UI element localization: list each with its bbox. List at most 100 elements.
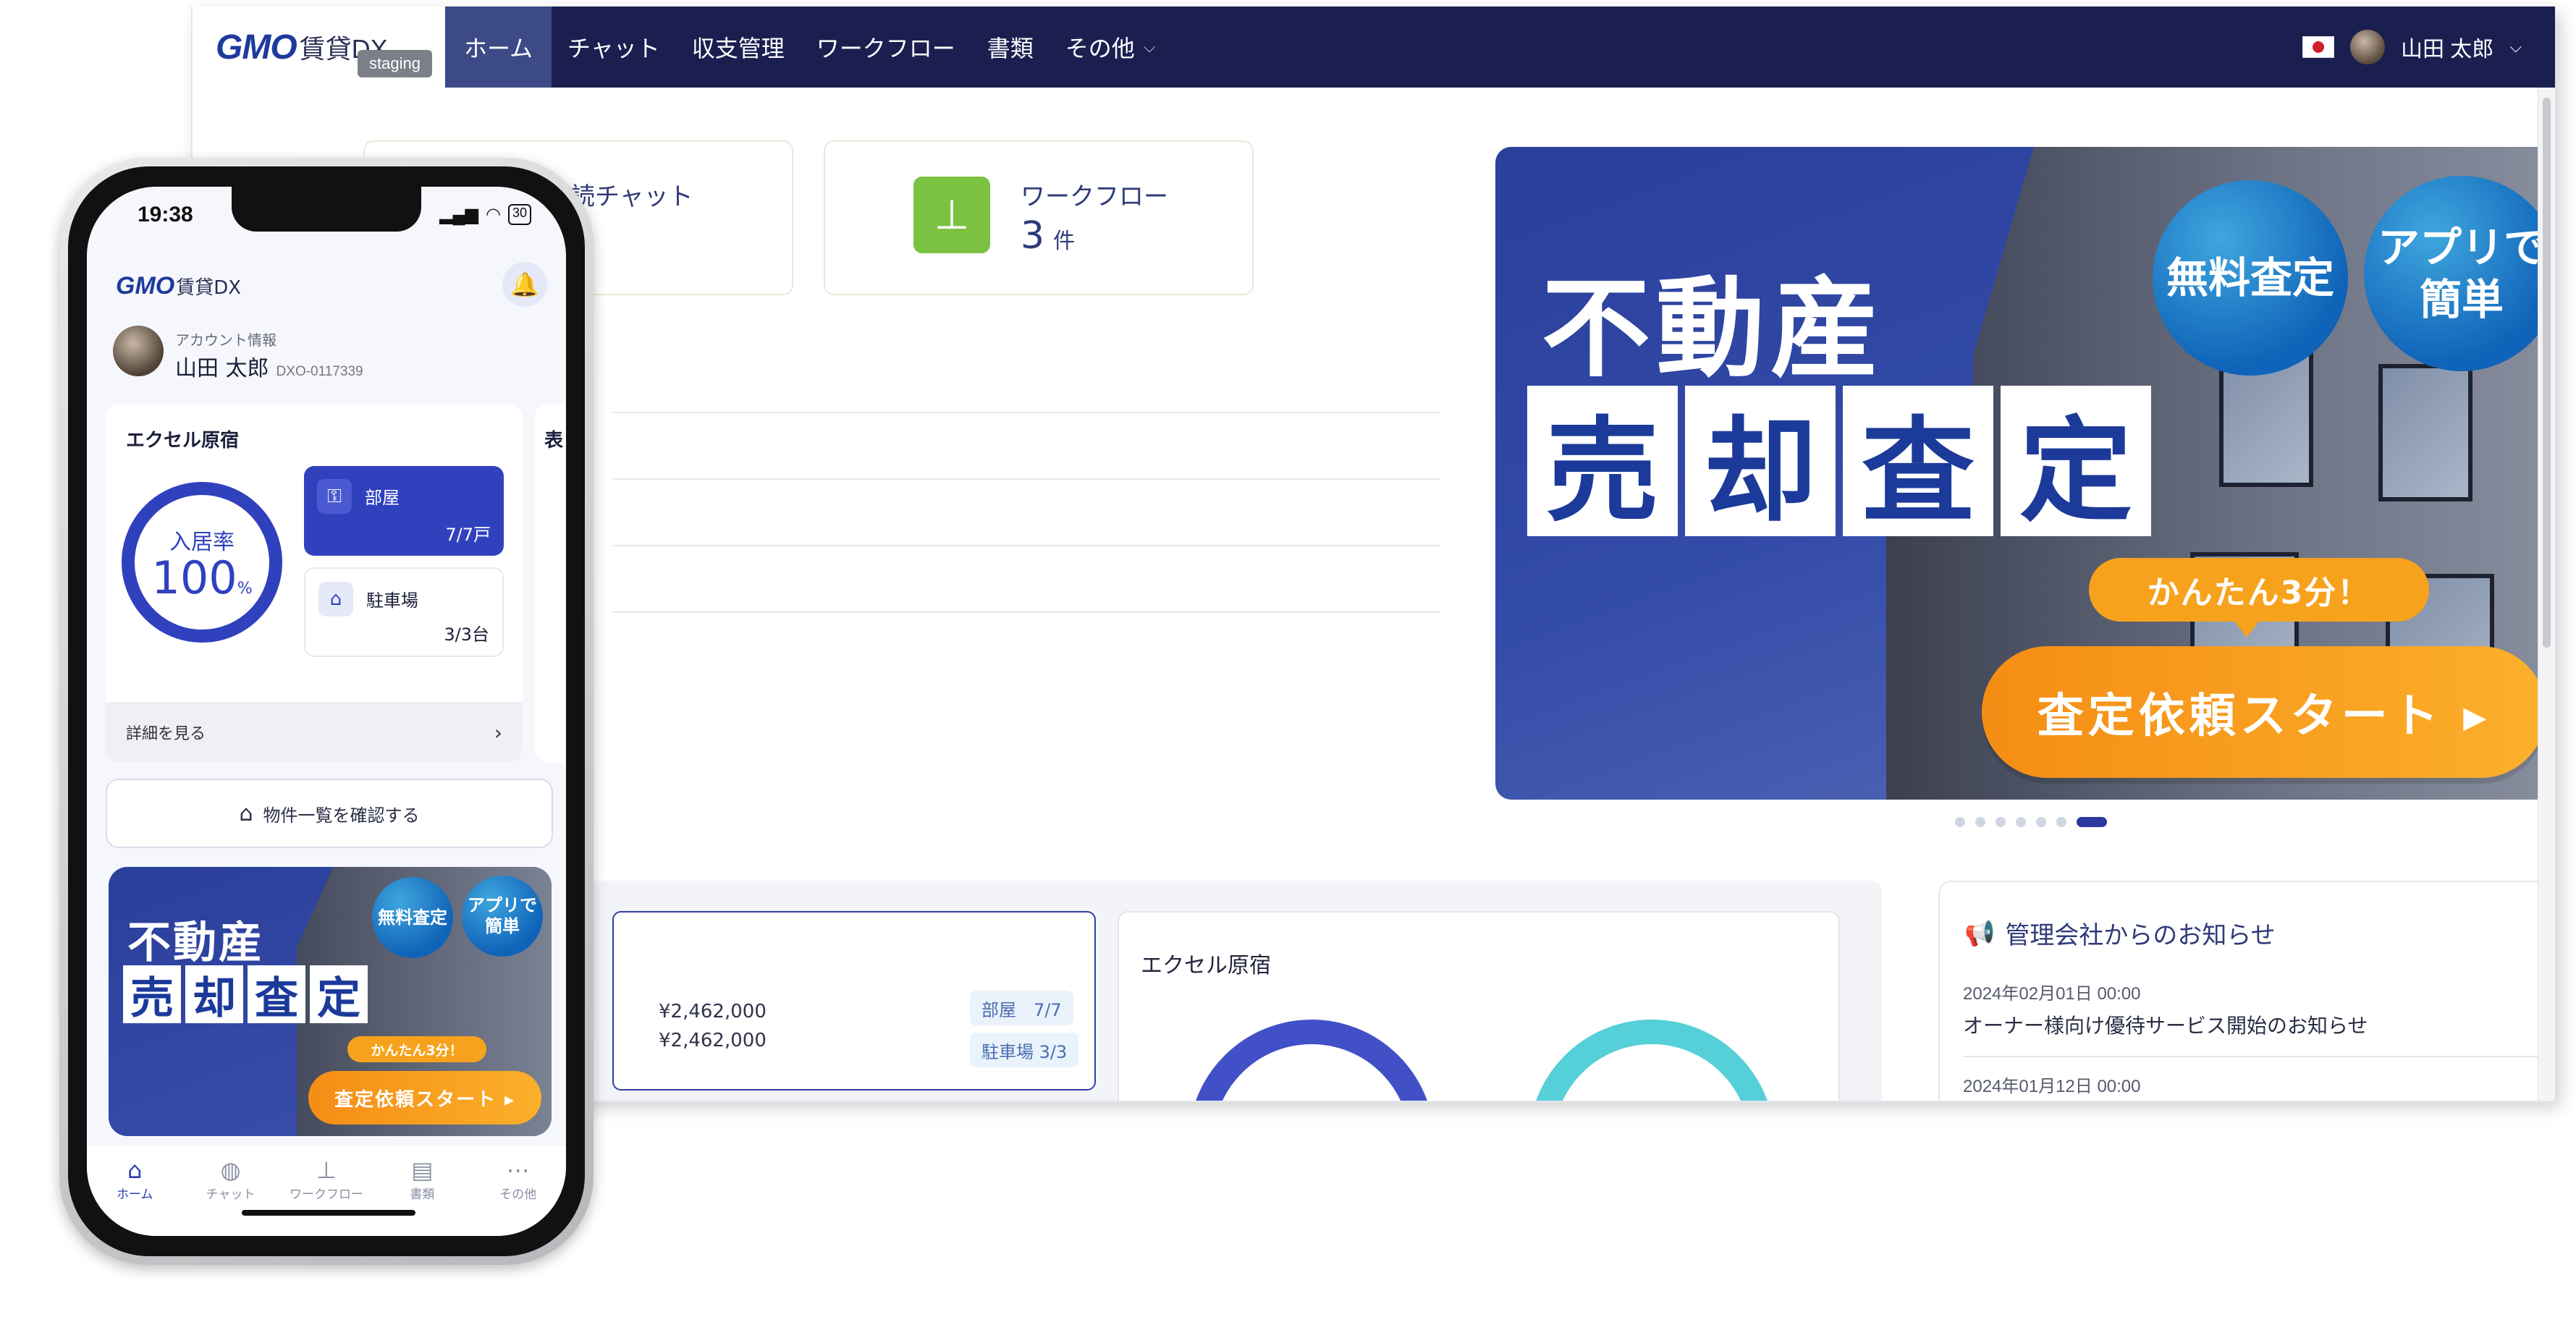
tab-home[interactable]: ⌂ ホーム bbox=[95, 1156, 174, 1236]
banner-sale-char: 売 bbox=[1527, 386, 1678, 537]
carousel-dot[interactable] bbox=[1975, 817, 1985, 827]
nav-workflow[interactable]: ワークフロー bbox=[801, 7, 971, 88]
tab-label: 書類 bbox=[410, 1187, 435, 1202]
workflow-card[interactable]: ⊥ ワークフロー 3件 bbox=[824, 140, 1254, 295]
phone-banner-title: 不動産 bbox=[127, 918, 264, 968]
room-stat[interactable]: ⚿ 部屋 7/7戸 bbox=[304, 466, 504, 556]
banner-badge-free: 無料査定 bbox=[2153, 180, 2348, 376]
stamp-icon: ⊥ bbox=[913, 177, 990, 253]
nav-chat[interactable]: チャット bbox=[552, 7, 676, 88]
parking-stat[interactable]: ⌂ 駐車場 3/3台 bbox=[304, 567, 504, 657]
banner-cta-button[interactable]: 査定依頼スタート ▸ bbox=[1982, 646, 2546, 778]
wifi-icon: ◠ bbox=[486, 205, 501, 224]
user-avatar[interactable] bbox=[2349, 30, 2385, 64]
phone-promo-banner[interactable]: 不動産 売 却 査 定 無料査定 アプリで簡単 かんたん3分！ 査定依頼スタート… bbox=[109, 867, 552, 1136]
phone-bezel: 19:38 ▂▄▆ ◠ 30 GMO 賃貸DX 🔔 アカウント情報 山田 太郎 D… bbox=[68, 166, 585, 1256]
phone-banner-badge-free: 無料査定 bbox=[372, 877, 453, 958]
phone-brand-name: 賃貸DX bbox=[176, 277, 242, 299]
property-name: エクセル原宿 bbox=[126, 430, 240, 452]
nav-finance[interactable]: 収支管理 bbox=[676, 7, 801, 88]
banner-sale-char: 売 bbox=[123, 965, 181, 1024]
phone-brand-logo: GMO 賃貸DX bbox=[116, 272, 241, 300]
property-card[interactable]: エクセル原宿 入居率 100% ⚿ 部屋 7/7戸 ⌂ 駐車場 3/3台 詳細を… bbox=[106, 404, 523, 763]
workflow-label: ワークフロー bbox=[1021, 182, 1168, 211]
banner-sale-char: 定 bbox=[2001, 386, 2151, 537]
chevron-down-icon[interactable]: ⌵ bbox=[2509, 38, 2522, 56]
chat-icon: ◍ bbox=[220, 1156, 241, 1184]
megaphone-icon: 📢 bbox=[1964, 918, 1996, 948]
banner-sale-char: 却 bbox=[1685, 386, 1836, 537]
mini-amount: ¥2,462,000 bbox=[659, 1030, 767, 1051]
tab-workflow[interactable]: ⊥ ワークフロー bbox=[287, 1156, 366, 1236]
promo-banner[interactable]: 不動産 売 却 査 定 無料査定 アプリで簡単 かんたん3分！ 査定依頼スタート… bbox=[1495, 147, 2555, 800]
tab-other[interactable]: ⋯ その他 bbox=[478, 1156, 558, 1236]
nav-documents[interactable]: 書類 bbox=[971, 7, 1050, 88]
carousel-dot[interactable] bbox=[2056, 817, 2066, 827]
user-name[interactable]: 山田 太郎 bbox=[2401, 31, 2493, 63]
phone-banner-badge-app: アプリで簡単 bbox=[462, 876, 543, 957]
user-id: DXO-0117339 bbox=[276, 364, 363, 379]
home-icon: ⌂ bbox=[127, 1156, 143, 1184]
phone-screen: 19:38 ▂▄▆ ◠ 30 GMO 賃貸DX 🔔 アカウント情報 山田 太郎 D… bbox=[87, 187, 566, 1236]
detail-link[interactable]: 詳細を見る › bbox=[106, 702, 523, 763]
banner-sale-char: 却 bbox=[185, 965, 243, 1024]
notice-header: 📢 管理会社からのお知らせ bbox=[1964, 915, 2276, 951]
smartphone-frame: 19:38 ▂▄▆ ◠ 30 GMO 賃貸DX 🔔 アカウント情報 山田 太郎 D… bbox=[59, 158, 594, 1265]
phone-banner-cta[interactable]: 査定依頼スタート ▸ bbox=[308, 1071, 541, 1125]
tab-chat[interactable]: ◍ チャット bbox=[191, 1156, 271, 1236]
nav-right: 山田 太郎 ⌵ bbox=[2302, 30, 2555, 64]
chevron-down-icon: ⌵ bbox=[1143, 38, 1156, 56]
nav-other[interactable]: その他 ⌵ bbox=[1050, 7, 1172, 88]
env-badge: staging bbox=[358, 50, 432, 77]
notice-item[interactable]: 2024年02月01日 00:00 オーナー様向け優待サービス開始のお知らせ › bbox=[1963, 979, 2555, 1039]
property-list-label: 物件一覧を確認する bbox=[263, 805, 420, 826]
status-icons: ▂▄▆ ◠ 30 bbox=[439, 204, 531, 225]
occupancy-unit: % bbox=[237, 580, 253, 598]
carousel-dot[interactable] bbox=[1955, 817, 1965, 827]
bottom-tab-bar: ⌂ ホーム ◍ チャット ⊥ ワークフロー ▤ 書類 ⋯ その他 bbox=[87, 1146, 566, 1236]
tab-documents[interactable]: ▤ 書類 bbox=[382, 1156, 462, 1236]
phone-banner-pill: かんたん3分！ bbox=[347, 1036, 486, 1062]
tab-label: その他 bbox=[499, 1187, 537, 1202]
nav-home[interactable]: ホーム bbox=[445, 7, 552, 88]
notice-item[interactable]: 2024年01月12日 00:00 › bbox=[1963, 1072, 2555, 1101]
parking-value: 3/3台 bbox=[444, 624, 489, 645]
japan-flag-icon[interactable] bbox=[2302, 36, 2334, 58]
phone-avatar[interactable] bbox=[113, 326, 164, 376]
brand-logo[interactable]: GMO 賃貸DX staging bbox=[193, 7, 445, 88]
stamp-icon: ⊥ bbox=[316, 1156, 337, 1184]
next-property-title: 表 bbox=[544, 430, 564, 452]
divider bbox=[612, 545, 1440, 546]
notice-date: 2024年01月12日 00:00 bbox=[1963, 1077, 2141, 1096]
bell-icon[interactable]: 🔔 bbox=[502, 262, 547, 307]
banner-title: 不動産 bbox=[1542, 266, 1885, 392]
more-icon: ⋯ bbox=[506, 1156, 530, 1184]
document-icon: ▤ bbox=[411, 1156, 434, 1184]
property-list-button[interactable]: ⌂ 物件一覧を確認する bbox=[106, 779, 553, 848]
banner-sale-char: 査 bbox=[248, 965, 305, 1024]
signal-icon: ▂▄▆ bbox=[439, 205, 479, 224]
tab-label: ホーム bbox=[116, 1187, 153, 1202]
excel-harajuku-card[interactable]: エクセル原宿 bbox=[1118, 911, 1840, 1101]
parking-tag: 駐車場 3/3 bbox=[970, 1033, 1079, 1067]
carousel-dot[interactable] bbox=[2016, 817, 2026, 827]
carousel-dots bbox=[1955, 817, 2107, 827]
window-scrollbar[interactable] bbox=[2538, 88, 2555, 1101]
status-time: 19:38 bbox=[138, 203, 193, 226]
battery-icon: 30 bbox=[507, 204, 531, 225]
notice-title: 管理会社からのお知らせ bbox=[2005, 921, 2276, 950]
next-property-card[interactable]: 表 bbox=[534, 404, 566, 763]
property-mini-card[interactable]: ¥2,462,000 ¥2,462,000 部屋 7/7 駐車場 3/3 bbox=[612, 911, 1096, 1091]
carousel-dot[interactable] bbox=[2077, 817, 2107, 827]
house-icon: ⌂ bbox=[239, 800, 253, 826]
scrollbar-thumb[interactable] bbox=[2543, 98, 2551, 648]
phone-banner-sale-title: 売 却 査 定 bbox=[123, 965, 368, 1024]
nav-other-label: その他 bbox=[1065, 35, 1135, 62]
detail-label: 詳細を見る bbox=[126, 725, 206, 743]
divider bbox=[612, 412, 1440, 413]
carousel-dot[interactable] bbox=[1996, 817, 2006, 827]
divider bbox=[612, 478, 1440, 480]
carousel-dot[interactable] bbox=[2036, 817, 2046, 827]
phone-notch bbox=[232, 187, 421, 232]
notice-card: 📢 管理会社からのお知らせ 2024年02月01日 00:00 オーナー様向け優… bbox=[1938, 881, 2555, 1101]
